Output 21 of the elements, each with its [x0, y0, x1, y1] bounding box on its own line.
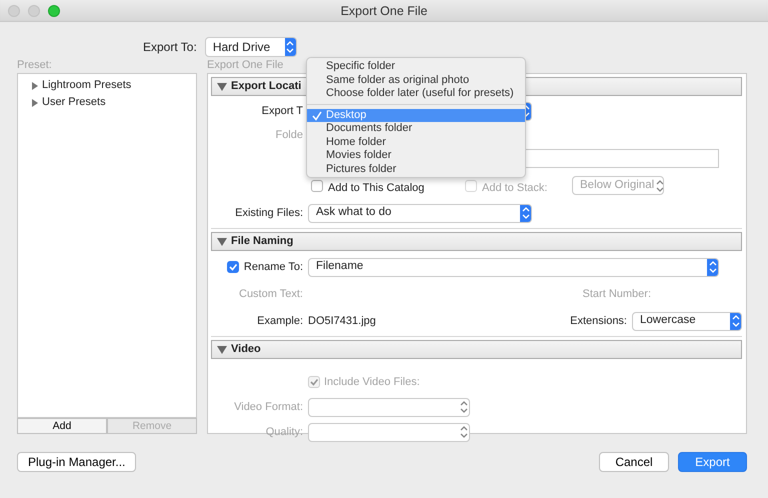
field-label: Example:	[256, 314, 304, 329]
section-title: Export Locati	[231, 79, 302, 94]
field-label: Start Number:	[582, 286, 652, 302]
field-label: Export T	[260, 104, 304, 119]
checkbox-label: Add to This Catalog	[328, 180, 426, 196]
field-label: Video Format:	[233, 400, 304, 415]
checkbox-label: Add to Stack:	[482, 180, 548, 196]
section-label: Preset:	[17, 60, 52, 70]
field-label: Folde	[274, 128, 304, 143]
section-title: Video	[231, 342, 261, 358]
field-label: Export To:	[143, 39, 197, 56]
section-title: File Naming	[231, 234, 294, 250]
window-title: Export One File	[340, 3, 428, 20]
checkbox-label: Rename To:	[244, 260, 303, 275]
checkbox-label: Include Video Files:	[324, 374, 420, 390]
field-label: Quality:	[264, 424, 304, 440]
field-label: Existing Files:	[234, 206, 304, 221]
field-label: Extensions:	[570, 314, 628, 329]
field-label: Custom Text:	[238, 286, 304, 302]
panel-title: Export One File	[207, 60, 284, 70]
example-filename: DO5I7431.jpg	[308, 314, 376, 329]
